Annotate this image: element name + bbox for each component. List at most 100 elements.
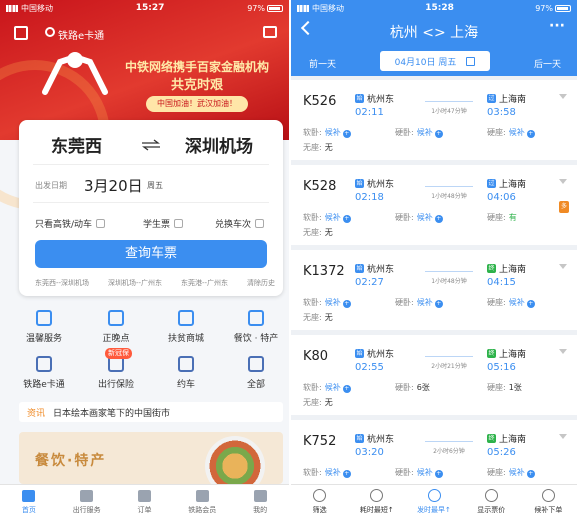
waitlist-icon: + [434, 130, 443, 138]
date-label: 出发日期 [35, 181, 67, 190]
sort-departure-button[interactable]: 发时最早↑ [405, 485, 462, 521]
tab-member[interactable]: 铁路会员 [173, 485, 231, 521]
show-price-button[interactable]: 显示票价 [463, 485, 520, 521]
message-icon[interactable] [263, 26, 277, 38]
service-label: 扶贫商城 [167, 334, 204, 344]
train-card[interactable]: K80 始杭州东 2小时21分钟终上海南 02:55 05:16 软卧: 候补 + 硬卧: 6张硬… [291, 335, 577, 415]
service-label: 约车 [176, 380, 195, 390]
sort-duration-button[interactable]: 耗时最短↑ [348, 485, 405, 521]
grid-icon [248, 356, 264, 372]
departure-date[interactable]: 3月20日 [84, 175, 143, 196]
seat-label: 无座: [303, 143, 322, 152]
train-card[interactable]: K1372 始杭州东 1小时48分钟终上海南 02:27 04:15 软卧: 候补 + 硬卧: 候… [291, 250, 577, 330]
gaotie-checkbox[interactable] [96, 219, 106, 228]
search-label[interactable]: 铁路e卡通 [58, 27, 104, 42]
tab-travel[interactable]: 出行服务 [58, 485, 116, 521]
prev-day-button[interactable]: 前一天 [309, 57, 336, 70]
seat-value: 候补 [416, 468, 433, 477]
chevron-down-icon[interactable] [559, 349, 567, 354]
waitlist-icon: + [342, 130, 351, 138]
service-warm[interactable]: 温馨服务 [14, 310, 74, 344]
food-promo[interactable]: 餐饮·特产 [19, 432, 283, 484]
service-mall[interactable]: 扶贫商城 [156, 310, 216, 344]
news-bar[interactable]: 资讯 日本绘本画家笔下的中国街市 [19, 402, 283, 422]
seat-label: 软卧: [303, 383, 322, 392]
next-day-button[interactable]: 后一天 [534, 57, 561, 70]
departure-time: 02:11 [355, 107, 384, 118]
seat-value: 候补 [324, 383, 341, 392]
tab-orders[interactable]: 订单 [116, 485, 174, 521]
history-item[interactable]: 东莞西--深圳机场 [35, 278, 89, 288]
swap-icon[interactable] [140, 139, 162, 151]
home-icon [22, 490, 36, 502]
history-item[interactable]: 深圳机场--广州东 [108, 278, 162, 288]
option-student[interactable]: 学生票 [143, 217, 184, 230]
service-food[interactable]: 餐饮 · 特产 [226, 310, 286, 344]
filter-button[interactable]: 筛选 [291, 485, 348, 521]
departure-station-name: 杭州东 [367, 265, 395, 275]
waitlist-order-button[interactable]: 候补下单 [520, 485, 577, 521]
service-insurance[interactable]: 出行保险 [86, 356, 146, 390]
carrier: 中国移动 [312, 3, 344, 13]
seat-label: 软卧: [303, 128, 322, 137]
waitlist-icon: + [342, 215, 351, 223]
seat-label: 硬卧: [395, 383, 414, 392]
seat-label: 硬座: [487, 213, 506, 222]
service-ecard[interactable]: 铁路e卡通 [14, 356, 74, 390]
chevron-down-icon[interactable] [559, 179, 567, 184]
more-icon[interactable]: ··· [549, 18, 565, 34]
shop-icon [178, 310, 194, 326]
date-selector[interactable]: 04月10日 周五 [380, 51, 490, 71]
end-station-icon: 过 [487, 94, 496, 103]
signal-icon [297, 4, 309, 12]
waitlist-icon: + [526, 130, 535, 138]
tab-label: 首页 [21, 506, 36, 514]
history-item[interactable]: 东莞港--广州东 [181, 278, 228, 288]
tab-home[interactable]: 首页 [0, 485, 58, 521]
seat-label: 硬卧: [395, 298, 414, 307]
promo-title: 餐饮·特产 [35, 453, 107, 469]
seat-hard-seat: 硬座: 有 [487, 212, 517, 223]
to-station[interactable]: 深圳机场 [185, 132, 253, 157]
tab-mine[interactable]: 我的 [231, 485, 289, 521]
seat-value: 无 [324, 228, 333, 237]
departure-station: 始杭州东 [355, 92, 394, 105]
service-all[interactable]: 全部 [226, 356, 286, 390]
new-badge: 新冠保 [105, 348, 132, 359]
chevron-down-icon[interactable] [559, 434, 567, 439]
seat-label: 无座: [303, 228, 322, 237]
search-icon[interactable] [45, 27, 55, 37]
nav-bar: 杭州 <> 上海 ··· [291, 18, 577, 48]
battery-icon [555, 4, 571, 12]
seat-value: 候补 [508, 128, 525, 137]
departure-weekday: 周五 [147, 181, 163, 190]
seat-label: 无座: [303, 398, 322, 407]
service-car[interactable]: 约车 [156, 356, 216, 390]
query-tickets-button[interactable]: 查询车票 [35, 240, 267, 268]
duration: 2小时6分钟 [433, 448, 465, 455]
seat-value: 有 [508, 213, 517, 222]
option-transfer[interactable]: 兑换车次 [215, 217, 265, 230]
ticket-search-card: 东莞西 深圳机场 出发日期 3月20日 周五 只看高铁/动车 学生票 兑换车次 … [19, 120, 283, 296]
chevron-down-icon[interactable] [559, 94, 567, 99]
transfer-checkbox[interactable] [255, 219, 265, 228]
tab-label: 出行服务 [72, 506, 101, 514]
service-delay[interactable]: 正晚点 [86, 310, 146, 344]
start-station-icon: 始 [355, 349, 364, 358]
scan-icon[interactable] [14, 26, 28, 40]
clear-history[interactable]: 清除历史 [247, 278, 275, 288]
train-card[interactable]: K528 始杭州东 1小时48分钟过上海南 02:18 04:06 多软卧: 候补 + 硬卧: 候… [291, 165, 577, 245]
seat-label: 无座: [303, 313, 322, 322]
seat-label: 硬卧: [395, 213, 414, 222]
departure-station-name: 杭州东 [367, 350, 395, 360]
seat-label: 硬卧: [395, 128, 414, 137]
chevron-down-icon[interactable] [559, 264, 567, 269]
option-gaotie[interactable]: 只看高铁/动车 [35, 217, 106, 230]
student-checkbox[interactable] [174, 219, 184, 228]
handshake-icon [42, 52, 108, 95]
arrival-station-name: 上海南 [499, 95, 527, 105]
seat-label: 硬座: [487, 128, 506, 137]
clock-icon [370, 489, 384, 502]
from-station[interactable]: 东莞西 [51, 132, 102, 157]
train-card[interactable]: K526 始杭州东 1小时47分钟过上海南 02:11 03:58 软卧: 候补 + 硬卧: 候补… [291, 80, 577, 160]
